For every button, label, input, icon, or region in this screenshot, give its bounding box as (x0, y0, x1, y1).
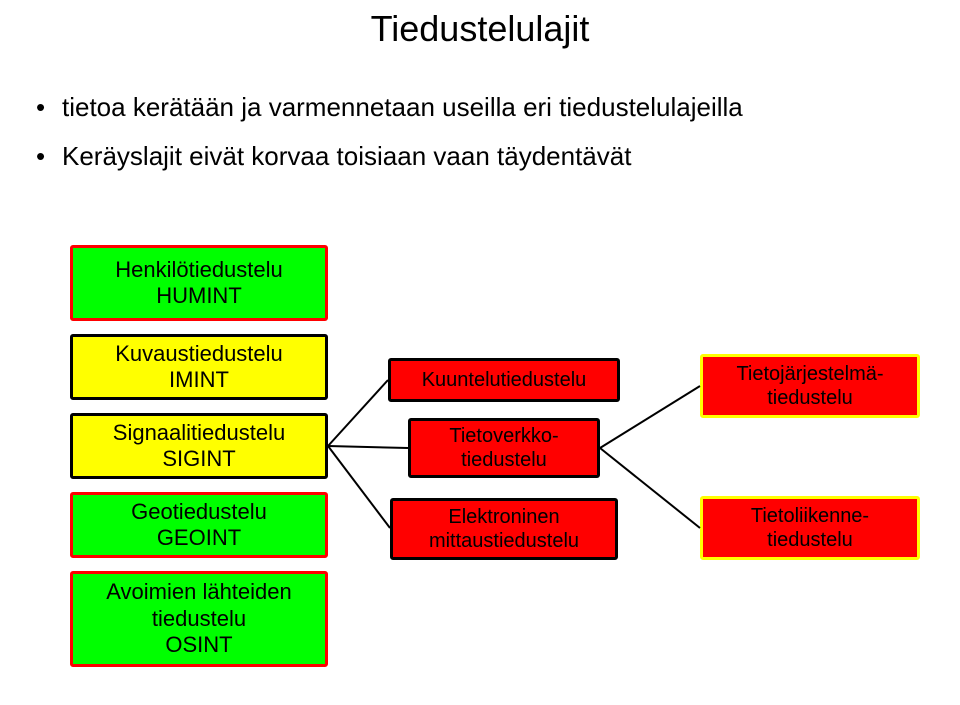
box-kuuntelu: Kuuntelutiedustelu (388, 358, 620, 402)
box-label: IMINT (115, 367, 283, 393)
box-label: SIGINT (113, 446, 285, 472)
box-label: Tietoverkko- (449, 424, 558, 448)
bullet-item: tietoa kerätään ja varmennetaan useilla … (30, 90, 930, 125)
box-geoint: Geotiedustelu GEOINT (70, 492, 328, 558)
box-tietojarjestelma: Tietojärjestelmä- tiedustelu (700, 354, 920, 418)
box-label: Tietoliikenne- (751, 504, 869, 528)
box-label: Kuvaustiedustelu (115, 341, 283, 367)
box-humint: Henkilötiedustelu HUMINT (70, 245, 328, 321)
box-label: Kuuntelutiedustelu (422, 368, 587, 392)
box-label: Henkilötiedustelu (115, 257, 283, 283)
box-label: tiedustelu (751, 528, 869, 552)
box-label: Signaalitiedustelu (113, 420, 285, 446)
box-label: Geotiedustelu (131, 499, 267, 525)
box-label: Tietojärjestelmä- (736, 362, 883, 386)
bullet-item: Keräyslajit eivät korvaa toisiaan vaan t… (30, 139, 930, 174)
box-label: mittaustiedustelu (429, 529, 579, 553)
box-label: Avoimien lähteiden (106, 579, 292, 605)
box-elektroninen: Elektroninen mittaustiedustelu (390, 498, 618, 560)
box-label: GEOINT (131, 525, 267, 551)
box-label: HUMINT (115, 283, 283, 309)
box-tietoliikenne: Tietoliikenne- tiedustelu (700, 496, 920, 560)
box-label: OSINT (106, 632, 292, 658)
bullet-list: tietoa kerätään ja varmennetaan useilla … (30, 90, 930, 188)
box-label: tiedustelu (736, 386, 883, 410)
box-label: tiedustelu (106, 606, 292, 632)
box-tietoverkko: Tietoverkko- tiedustelu (408, 418, 600, 478)
box-label: Elektroninen (429, 505, 579, 529)
box-label: tiedustelu (449, 448, 558, 472)
box-sigint: Signaalitiedustelu SIGINT (70, 413, 328, 479)
box-imint: Kuvaustiedustelu IMINT (70, 334, 328, 400)
box-osint: Avoimien lähteiden tiedustelu OSINT (70, 571, 328, 667)
page-title: Tiedustelulajit (0, 8, 960, 50)
